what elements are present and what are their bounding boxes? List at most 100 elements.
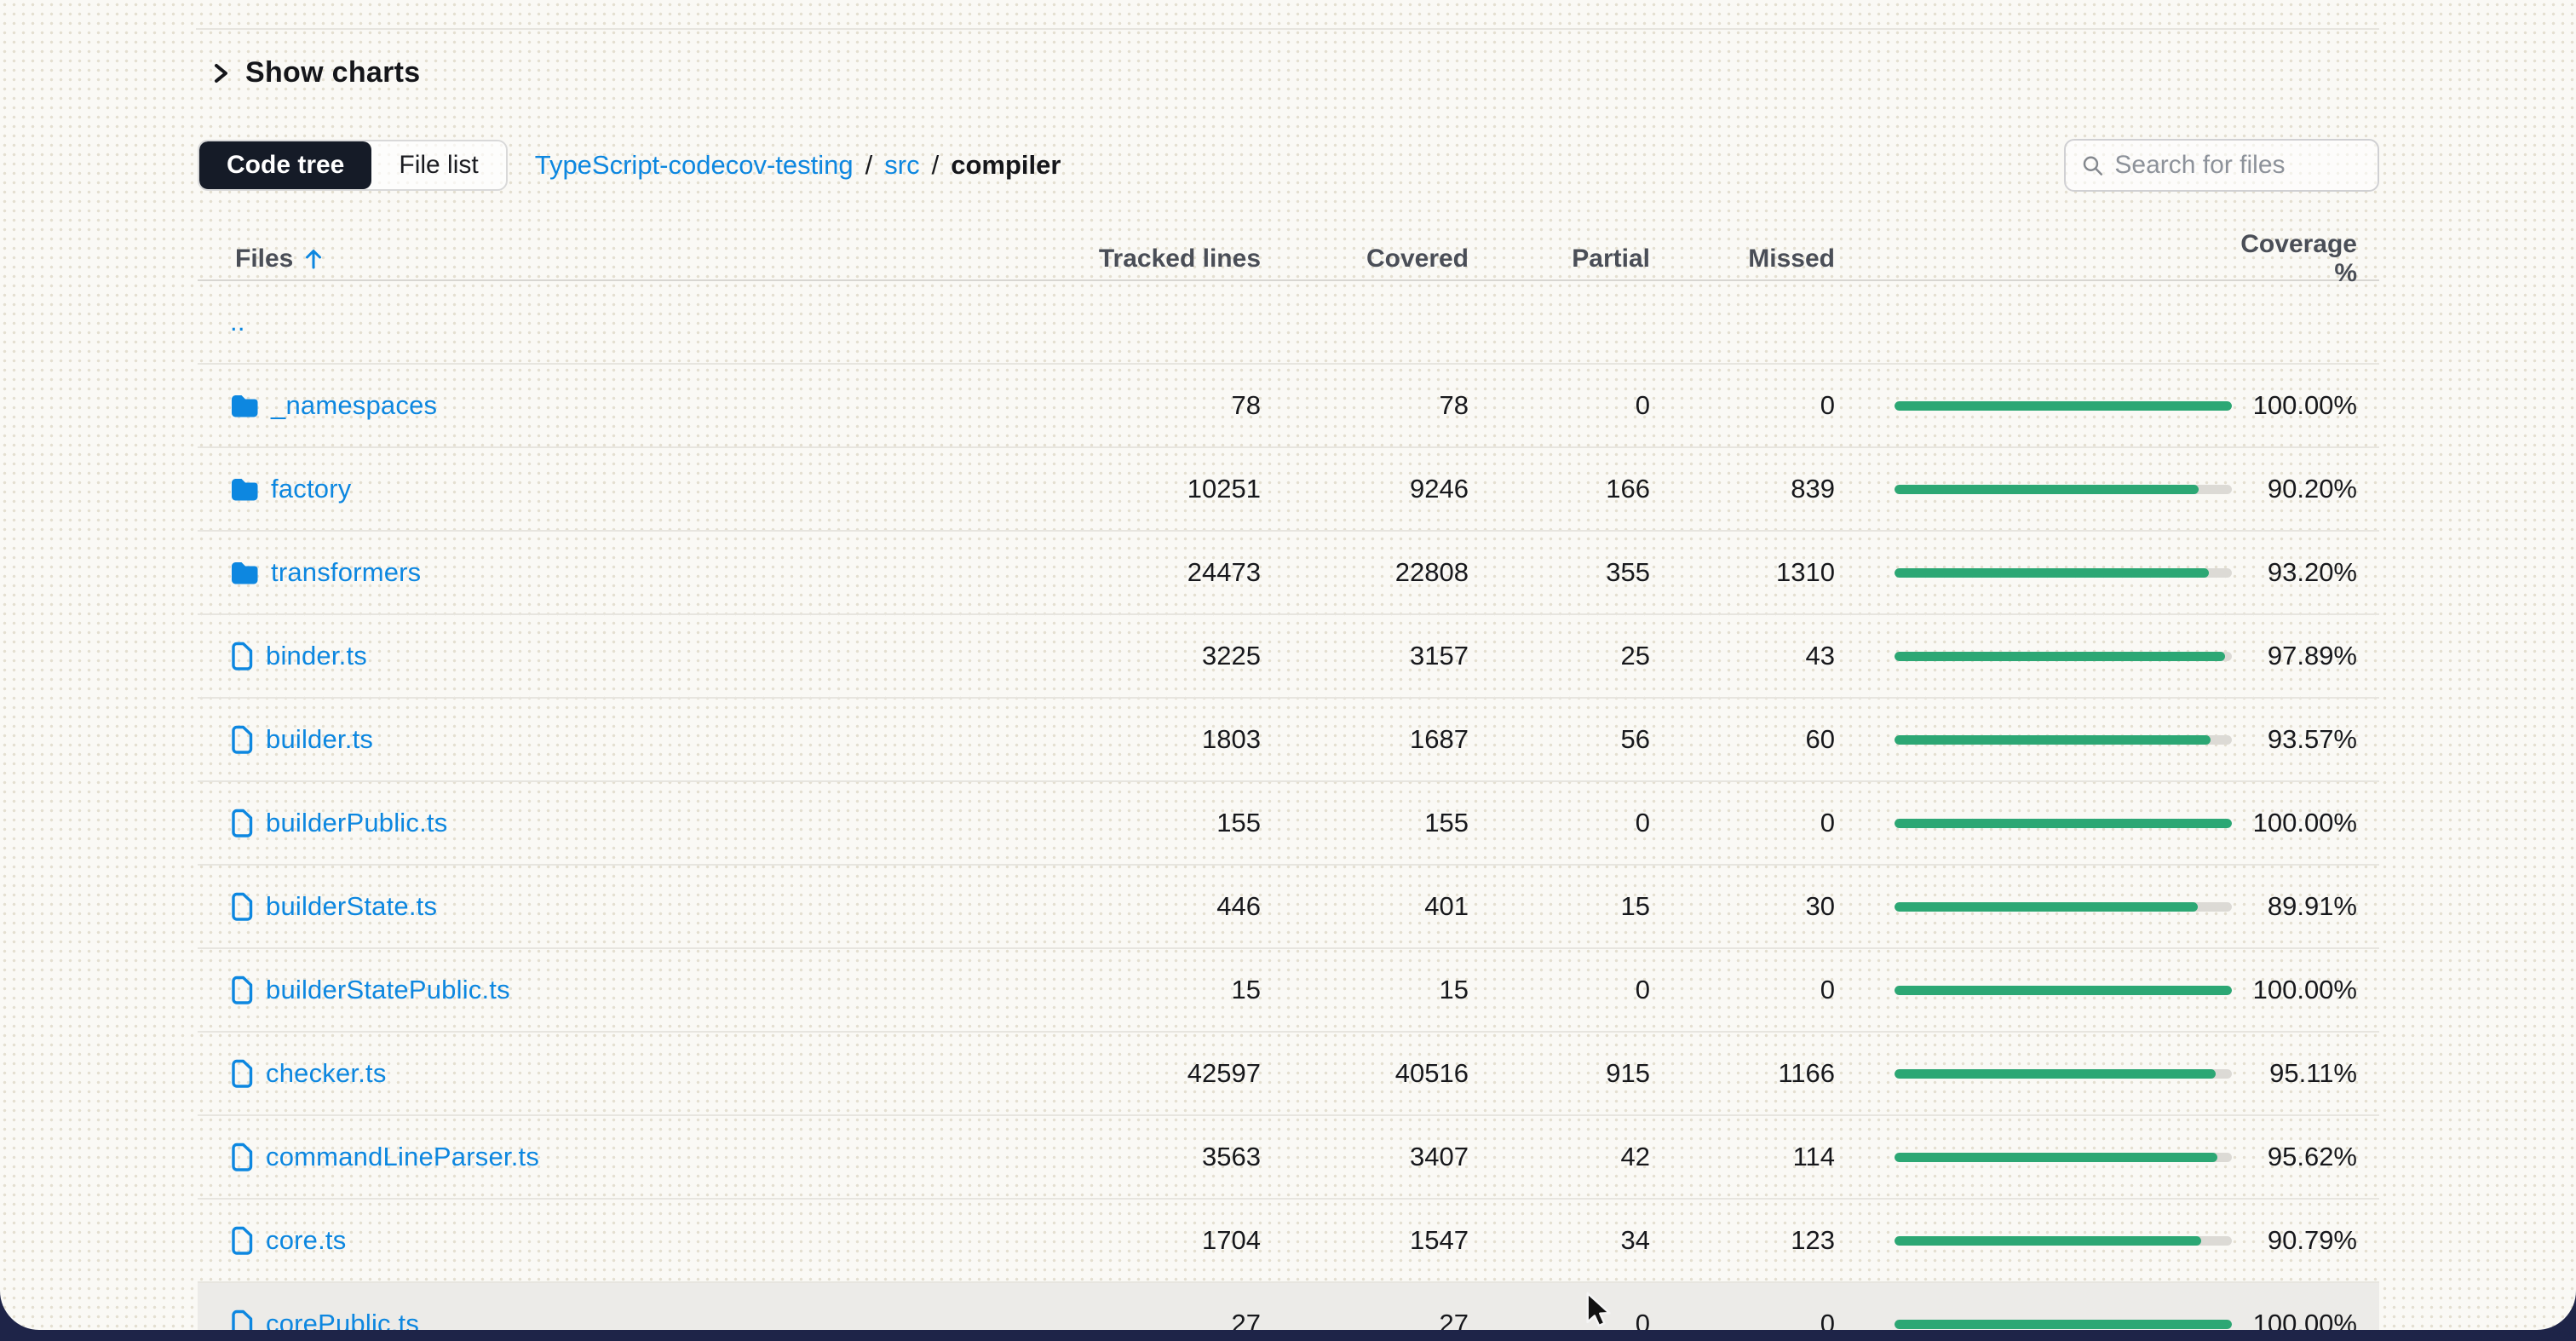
coverage-percent-value: 93.57% xyxy=(2232,724,2379,755)
missed-value: 0 xyxy=(1650,390,1835,421)
file-link[interactable]: builderPublic.ts xyxy=(266,808,447,838)
coverage-bar-fill xyxy=(1895,902,2198,912)
file-type-icon xyxy=(230,809,254,838)
table-row[interactable]: core.ts 1704 1547 34 123 90.79% xyxy=(198,1200,2379,1283)
search-icon xyxy=(2081,153,2103,178)
coverage-bar-cell xyxy=(1835,1320,2232,1329)
file-link[interactable]: _namespaces xyxy=(271,390,437,421)
table-row[interactable]: checker.ts 42597 40516 915 1166 95.11% xyxy=(198,1033,2379,1116)
file-icon xyxy=(230,1226,254,1256)
table-row[interactable]: factory 10251 9246 166 839 90.20% xyxy=(198,448,2379,532)
coverage-bar-track xyxy=(1895,1153,2232,1162)
table-row[interactable]: builderStatePublic.ts 15 15 0 0 100.00% xyxy=(198,949,2379,1033)
coverage-percent-value: 100.00% xyxy=(2232,1309,2379,1330)
breadcrumb-separator: / xyxy=(932,150,940,181)
coverage-bar-track xyxy=(1895,986,2232,995)
missed-value: 60 xyxy=(1650,724,1835,755)
coverage-bar-track xyxy=(1895,485,2232,494)
breadcrumb-repo-link[interactable]: TypeScript-codecov-testing xyxy=(535,150,854,181)
covered-value: 155 xyxy=(1261,808,1469,838)
file-link[interactable]: commandLineParser.ts xyxy=(266,1142,539,1172)
file-link[interactable]: checker.ts xyxy=(266,1058,387,1089)
partial-value: 42 xyxy=(1469,1142,1650,1172)
table-header-row: Files Tracked lines Covered Partial Miss… xyxy=(198,230,2379,281)
table-row[interactable]: builderState.ts 446 401 15 30 89.91% xyxy=(198,866,2379,949)
file-icon xyxy=(230,1309,254,1331)
coverage-bar-cell xyxy=(1835,735,2232,745)
coverage-percent-value: 95.11% xyxy=(2232,1058,2379,1089)
column-header-tracked[interactable]: Tracked lines xyxy=(1049,245,1261,273)
tracked-lines-value: 1803 xyxy=(1049,724,1261,755)
file-type-icon xyxy=(230,725,254,755)
file-name-cell: .. xyxy=(198,307,1049,337)
coverage-bar-fill xyxy=(1895,819,2232,828)
coverage-percent-value: 95.62% xyxy=(2232,1142,2379,1172)
column-header-files[interactable]: Files xyxy=(198,245,1049,273)
coverage-bar-fill xyxy=(1895,1320,2232,1329)
mouse-cursor xyxy=(1584,1292,1622,1330)
file-link[interactable]: binder.ts xyxy=(266,641,367,671)
covered-value: 1547 xyxy=(1261,1225,1469,1256)
covered-value: 401 xyxy=(1261,891,1469,922)
column-header-covered[interactable]: Covered xyxy=(1261,245,1469,273)
tracked-lines-value: 24473 xyxy=(1049,557,1261,588)
tracked-lines-value: 15 xyxy=(1049,975,1261,1005)
file-icon xyxy=(230,725,254,755)
table-row[interactable]: .. xyxy=(198,281,2379,365)
coverage-bar-track xyxy=(1895,401,2232,411)
coverage-percent-value: 93.20% xyxy=(2232,557,2379,588)
file-name-cell: builderPublic.ts xyxy=(198,808,1049,838)
partial-value: 0 xyxy=(1469,808,1650,838)
table-row[interactable]: _namespaces 78 78 0 0 100.00% xyxy=(198,365,2379,448)
search-input[interactable] xyxy=(2114,151,2362,180)
table-row[interactable]: commandLineParser.ts 3563 3407 42 114 95… xyxy=(198,1116,2379,1200)
table-row[interactable]: corePublic.ts 27 27 0 0 100.00% xyxy=(198,1283,2379,1330)
file-link[interactable]: .. xyxy=(230,307,245,337)
file-name-cell: factory xyxy=(198,474,1049,504)
file-name-cell: _namespaces xyxy=(198,390,1049,421)
partial-value: 56 xyxy=(1469,724,1650,755)
file-link[interactable]: factory xyxy=(271,474,351,504)
coverage-bar-fill xyxy=(1895,986,2232,995)
table-row[interactable]: binder.ts 3225 3157 25 43 97.89% xyxy=(198,615,2379,699)
table-row[interactable]: transformers 24473 22808 355 1310 93.20% xyxy=(198,532,2379,615)
column-header-coverage[interactable]: Coverage % xyxy=(2232,230,2379,288)
page-background: Show charts Code tree File list TypeScri… xyxy=(0,0,2576,1330)
coverage-bar-track xyxy=(1895,568,2232,578)
missed-value: 114 xyxy=(1650,1142,1835,1172)
coverage-bar-cell xyxy=(1835,1153,2232,1162)
coverage-bar-cell xyxy=(1835,568,2232,578)
tab-file-list[interactable]: File list xyxy=(371,141,505,189)
tracked-lines-value: 42597 xyxy=(1049,1058,1261,1089)
column-header-partial[interactable]: Partial xyxy=(1469,245,1650,273)
breadcrumb-src-link[interactable]: src xyxy=(884,150,919,181)
file-link[interactable]: core.ts xyxy=(266,1225,346,1256)
file-link[interactable]: builder.ts xyxy=(266,724,373,755)
table-row[interactable]: builder.ts 1803 1687 56 60 93.57% xyxy=(198,699,2379,782)
file-name-cell: builderState.ts xyxy=(198,891,1049,922)
coverage-bar-fill xyxy=(1895,1153,2217,1162)
file-name-cell: builder.ts xyxy=(198,724,1049,755)
file-link[interactable]: corePublic.ts xyxy=(266,1309,419,1330)
missed-value: 43 xyxy=(1650,641,1835,671)
missed-value: 30 xyxy=(1650,891,1835,922)
chevron-right-icon xyxy=(210,60,232,86)
coverage-bar-cell xyxy=(1835,819,2232,828)
table-row[interactable]: builderPublic.ts 155 155 0 0 100.00% xyxy=(198,782,2379,866)
missed-value: 839 xyxy=(1650,474,1835,504)
covered-value: 40516 xyxy=(1261,1058,1469,1089)
coverage-bar-cell xyxy=(1835,485,2232,494)
coverage-bar-cell xyxy=(1835,902,2232,912)
files-header-label: Files xyxy=(235,245,293,273)
file-link[interactable]: transformers xyxy=(271,557,421,588)
search-box[interactable] xyxy=(2064,139,2379,192)
file-link[interactable]: builderState.ts xyxy=(266,891,437,922)
file-link[interactable]: builderStatePublic.ts xyxy=(266,975,510,1005)
file-type-icon xyxy=(230,561,259,585)
show-charts-toggle[interactable]: Show charts xyxy=(210,56,420,89)
tab-code-tree[interactable]: Code tree xyxy=(199,141,371,189)
file-name-cell: builderStatePublic.ts xyxy=(198,975,1049,1005)
coverage-bar-track xyxy=(1895,902,2232,912)
partial-value: 34 xyxy=(1469,1225,1650,1256)
column-header-missed[interactable]: Missed xyxy=(1650,245,1835,273)
